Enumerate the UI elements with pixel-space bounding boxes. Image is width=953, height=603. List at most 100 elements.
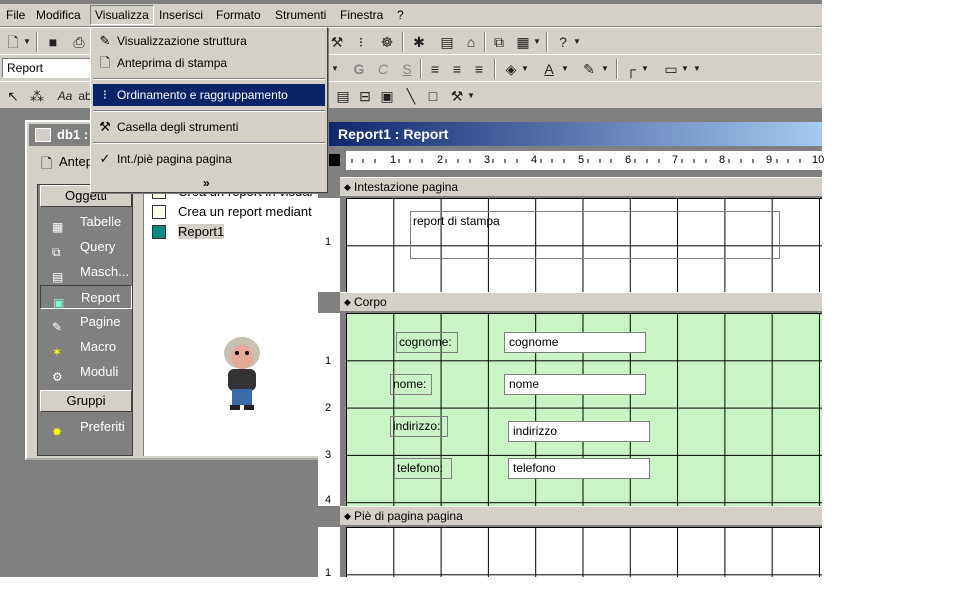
list-item[interactable]: Crea un report mediant (152, 203, 312, 221)
menu-formato[interactable]: Formato (216, 8, 261, 22)
section-header-bar[interactable]: Intestazione pagina (340, 177, 822, 197)
help-icon[interactable]: ? (552, 31, 574, 53)
chevron-down-icon[interactable]: ▼ (680, 58, 690, 80)
object-pagine[interactable]: ✎ Pagine (40, 310, 132, 334)
menu-modifica[interactable]: Modifica (36, 8, 81, 22)
object-combo[interactable]: Report (2, 58, 94, 78)
font-color-icon[interactable]: A (538, 58, 560, 80)
groups-header[interactable]: Gruppi (40, 390, 132, 412)
menu-item-sorting-grouping[interactable]: ⁝ Ordinamento e raggruppamento (93, 84, 325, 106)
field-cognome[interactable]: cognome (504, 332, 646, 353)
vertical-ruler: 1 (318, 527, 340, 579)
code-icon[interactable]: ▤ (436, 31, 458, 53)
chevron-down-icon[interactable]: ▼ (466, 85, 476, 107)
save-icon[interactable]: ■ (42, 31, 64, 53)
object-maschere[interactable]: ▤ Masch... (40, 260, 132, 284)
menu-finestra[interactable]: Finestra (340, 8, 383, 22)
sorting-grouping-icon: ⁝ (102, 87, 108, 102)
object-moduli[interactable]: ⚙ Moduli (40, 360, 132, 384)
label-icon[interactable]: Aa (54, 85, 76, 107)
chevron-down-icon[interactable]: ▼ (22, 31, 32, 53)
report-design-window: Report1 : Report 1 2 3 4 5 6 7 8 9 10 1 … (318, 120, 824, 579)
chevron-down-icon[interactable]: ▼ (560, 58, 570, 80)
chevron-down-icon[interactable]: ▼ (692, 58, 702, 80)
chevron-down-icon[interactable]: ▼ (532, 31, 542, 53)
select-arrow-icon[interactable]: ↖ (2, 85, 24, 107)
group-preferiti[interactable]: ✹ Preferiti (40, 415, 132, 439)
ruler-mark: 2 (437, 154, 444, 166)
properties-icon[interactable]: ☸ (376, 31, 398, 53)
field-nome[interactable]: nome (504, 374, 646, 395)
underline-button[interactable]: S (396, 58, 418, 80)
more-controls-icon[interactable]: ⚒ (446, 85, 468, 107)
chevron-down-icon[interactable]: ▼ (600, 58, 610, 80)
database-window-icon[interactable]: ⧉ (488, 31, 510, 53)
wizard-icon[interactable]: ⁂ (26, 85, 48, 107)
line-width-icon[interactable]: ▭ (660, 58, 682, 80)
label-nome[interactable]: nome: (390, 374, 432, 395)
menu-file[interactable]: File (6, 8, 25, 22)
align-right-icon[interactable]: ≡ (468, 58, 490, 80)
object-tabelle[interactable]: ▦ Tabelle (40, 210, 132, 234)
preview-button[interactable]: Antep (59, 154, 93, 169)
italic-button[interactable]: C (372, 58, 394, 80)
menu-item-page-header-footer[interactable]: ✓ Int./piè pagina pagina (93, 148, 325, 170)
page-footer-section[interactable] (346, 527, 822, 577)
menu-visualizza[interactable]: Visualizza (90, 5, 154, 25)
toolbox-icon[interactable]: ⚒ (326, 31, 348, 53)
page-break-icon[interactable]: ⊟ (354, 85, 376, 107)
object-label: Moduli (80, 364, 119, 379)
object-report[interactable]: ▣ Report (40, 285, 132, 310)
object-label: Query (80, 239, 116, 254)
sorting-icon[interactable]: ⁝ (350, 31, 372, 53)
view-icon[interactable]: 🗋 (2, 31, 24, 53)
preview-icon[interactable]: 🗋 (41, 153, 52, 177)
subreport-icon[interactable]: ▣ (376, 85, 398, 107)
subform-icon[interactable]: ▤ (332, 85, 354, 107)
align-center-icon[interactable]: ≡ (446, 58, 468, 80)
object-query[interactable]: ⧉ Query (40, 235, 132, 259)
list-item[interactable]: Report1 (152, 223, 225, 241)
object-macro[interactable]: ✶ Macro (40, 335, 132, 359)
menu-strumenti[interactable]: Strumenti (275, 8, 326, 22)
report-titlebar[interactable]: Report1 : Report (318, 122, 822, 146)
toolbox-icon: ⚒ (99, 119, 111, 134)
chevron-down-icon[interactable]: ▼ (520, 58, 530, 80)
line-color-icon[interactable]: ✎ (578, 58, 600, 80)
bold-button[interactable]: G (348, 58, 370, 80)
relations-icon[interactable]: ⌂ (460, 31, 482, 53)
fill-color-icon[interactable]: ◈ (500, 58, 522, 80)
menu-item-toolbox[interactable]: ⚒ Casella degli strumenti (93, 116, 325, 138)
menu-help[interactable]: ? (397, 8, 404, 22)
detail-section[interactable]: cognome: cognome nome: nome indirizzo: i… (346, 313, 822, 506)
label-telefono[interactable]: telefono: (394, 458, 452, 479)
border-icon[interactable]: ┌ (620, 58, 642, 80)
field-telefono[interactable]: telefono (508, 458, 650, 479)
chevron-down-icon[interactable]: ▼ (572, 31, 582, 53)
label-indirizzo[interactable]: indirizzo: (390, 416, 448, 437)
menu-item-design-view[interactable]: ✎ Visualizzazione struttura (93, 30, 325, 52)
ruler-mark: 6 (625, 154, 632, 166)
label-cognome[interactable]: cognome: (396, 332, 458, 353)
new-object-icon[interactable]: ▦ (512, 31, 534, 53)
chevron-down-icon[interactable]: ▼ (330, 58, 340, 80)
section-footer-bar[interactable]: Piè di pagina pagina (340, 506, 822, 526)
office-assistant-image[interactable] (216, 331, 268, 413)
menu-item-print-preview[interactable]: 🗋 Anteprima di stampa (93, 52, 325, 74)
rectangle-icon[interactable]: □ (422, 85, 444, 107)
field-indirizzo[interactable]: indirizzo (508, 421, 650, 442)
print-icon[interactable]: ⎙ (68, 31, 90, 53)
section-body-bar[interactable]: Corpo (340, 292, 822, 312)
report-title-label[interactable]: report di stampa (410, 211, 780, 259)
report-selector[interactable] (328, 154, 340, 166)
line-icon[interactable]: ╲ (400, 85, 422, 107)
ruler-mark: 3 (484, 154, 491, 166)
ruler-mark: 5 (578, 154, 585, 166)
align-left-icon[interactable]: ≡ (424, 58, 446, 80)
chevron-down-icon[interactable]: ▼ (640, 58, 650, 80)
menu-inserisci[interactable]: Inserisci (159, 8, 203, 22)
page-header-section[interactable]: report di stampa (346, 198, 822, 292)
macro-icon: ✶ (52, 345, 63, 359)
build-icon[interactable]: ✱ (408, 31, 430, 53)
expand-menu-icon[interactable]: » (203, 176, 210, 190)
